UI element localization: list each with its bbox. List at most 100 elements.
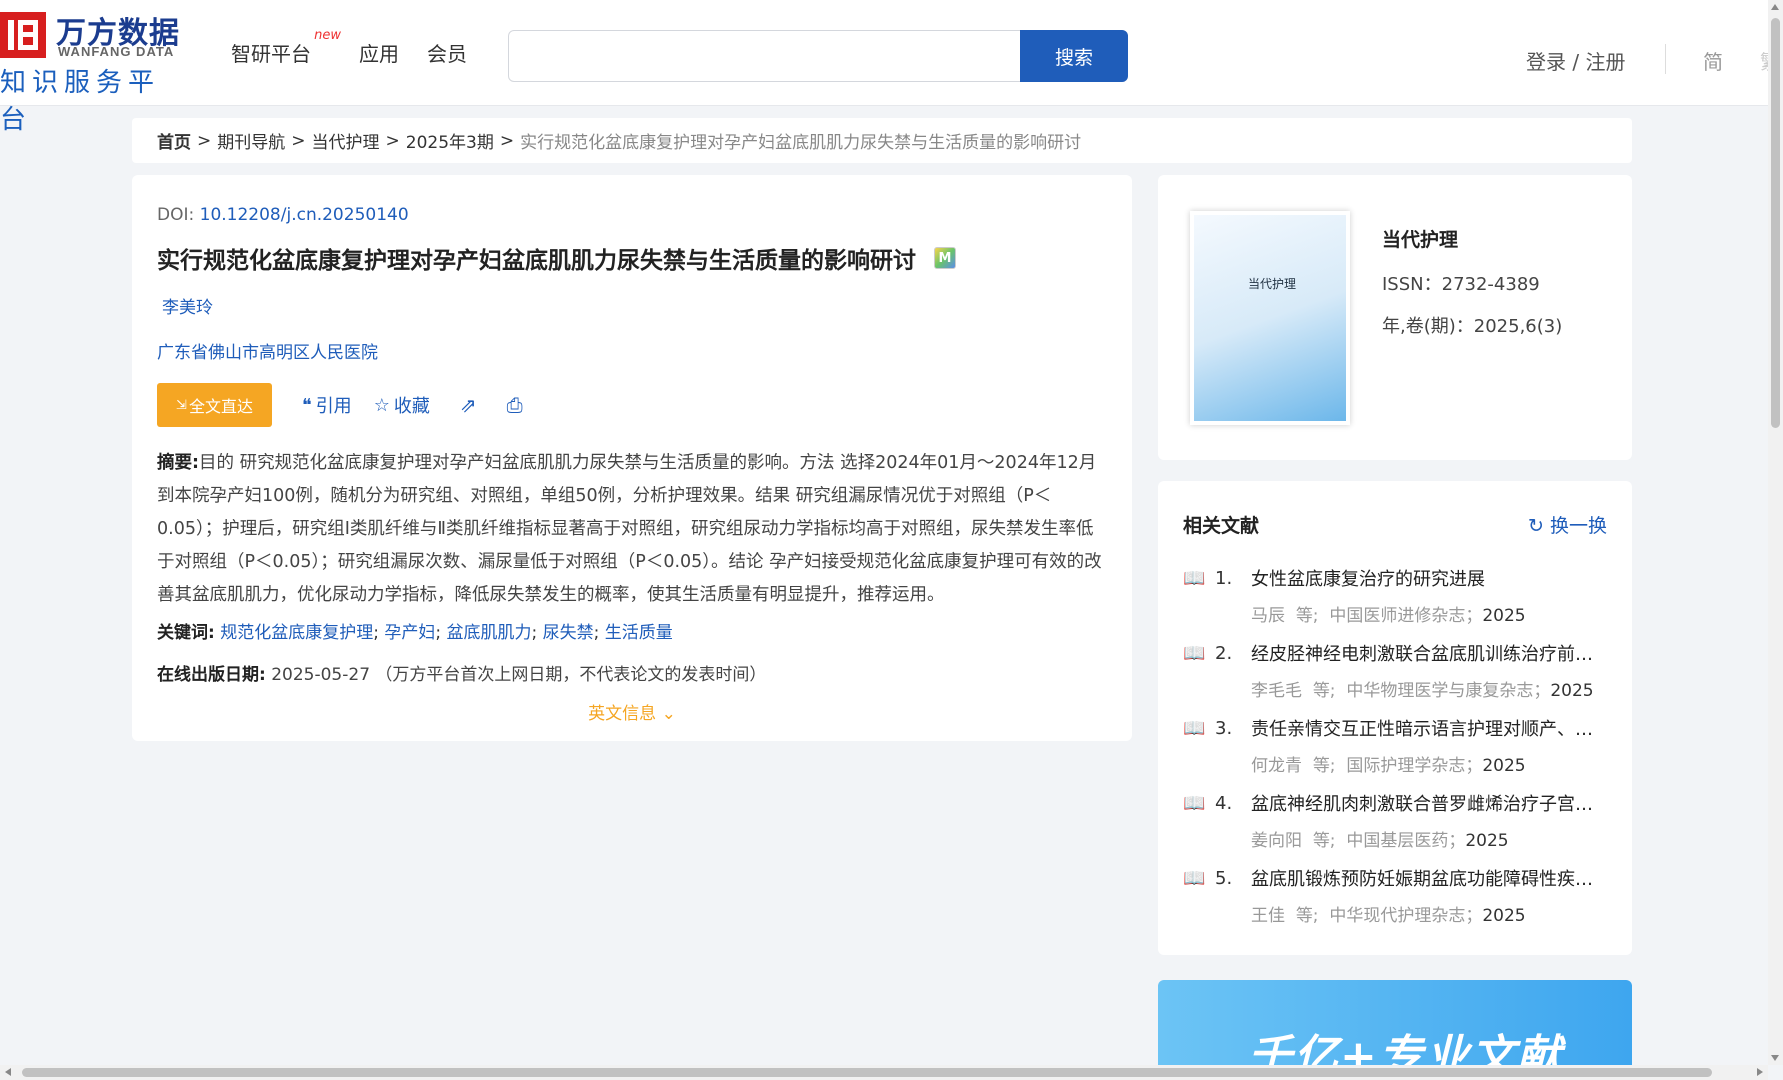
nav-item-zhiyan[interactable]: 智研平台 new bbox=[231, 28, 341, 68]
collect-button[interactable]: ☆ 收藏 bbox=[374, 392, 430, 418]
pubdate-label: 在线出版日期: bbox=[157, 665, 266, 685]
keyword-link[interactable]: 尿失禁 bbox=[543, 623, 594, 643]
list-item: 📖 3. 责任亲情交互正性暗示语言护理对顺产、初... 何龙青 等; 国际护理学杂志… bbox=[1183, 713, 1613, 788]
print-icon[interactable]: ⎙ bbox=[507, 393, 523, 417]
breadcrumb-current: 实行规范化盆底康复护理对孕产妇盆底肌肌力尿失禁与生活质量的影响研讨 bbox=[520, 133, 1082, 153]
list-item: 📖 1. 女性盆底康复治疗的研究进展 马辰 等; 中国医师进修杂志；2025 bbox=[1183, 563, 1613, 638]
doi-link[interactable]: 10.12208/j.cn.20250140 bbox=[200, 205, 409, 225]
book-icon: 📖 bbox=[1183, 642, 1206, 664]
vertical-scrollbar[interactable] bbox=[1768, 0, 1783, 1065]
journal-cover[interactable]: 当代护理 bbox=[1190, 211, 1350, 425]
search-input[interactable] bbox=[509, 31, 1019, 81]
book-icon: 📖 bbox=[1183, 567, 1206, 589]
collect-label: 收藏 bbox=[393, 396, 430, 417]
related-author: 何龙青 bbox=[1251, 756, 1302, 776]
article-title-row: 实行规范化盆底康复护理对孕产妇盆底肌肌力尿失禁与生活质量的影响研讨 M bbox=[157, 241, 1107, 275]
fulltext-button[interactable]: ⇲ 全文直达 bbox=[157, 383, 272, 427]
breadcrumb-sep: > bbox=[197, 130, 212, 151]
etal: 等; bbox=[1295, 606, 1319, 626]
chevron-down-icon: ⌄ bbox=[661, 704, 676, 724]
cite-button[interactable]: ❝ 引用 bbox=[302, 392, 352, 418]
etal: 等; bbox=[1295, 906, 1319, 926]
related-author: 王佳 bbox=[1251, 906, 1285, 926]
related-author: 马辰 bbox=[1251, 606, 1285, 626]
fulltext-label: 全文直达 bbox=[188, 397, 253, 416]
scroll-left-icon[interactable] bbox=[5, 1068, 11, 1076]
nav-item-member[interactable]: 会员 bbox=[427, 38, 467, 68]
related-journal: 国际护理学杂志 bbox=[1346, 756, 1466, 776]
breadcrumb-home[interactable]: 首页 bbox=[157, 128, 191, 153]
breadcrumb-item-journal-nav[interactable]: 期刊导航 bbox=[217, 128, 285, 153]
keyword-link[interactable]: 盆底肌肌力 bbox=[447, 623, 532, 643]
item-number: 5. bbox=[1215, 867, 1233, 889]
article-actions: ⇲ 全文直达 ❝ 引用 ☆ 收藏 ⇗ ⎙ bbox=[157, 383, 1107, 427]
refresh-button[interactable]: ↻ 换一换 bbox=[1528, 511, 1607, 538]
related-title-link[interactable]: 经皮胫神经电刺激联合盆底肌训练治疗前列... bbox=[1251, 640, 1601, 666]
logo-mark-icon bbox=[0, 12, 46, 58]
english-info-toggle[interactable]: 英文信息 ⌄ bbox=[157, 699, 1107, 724]
scroll-down-icon[interactable] bbox=[1771, 1055, 1779, 1061]
quote-icon: ❝ bbox=[302, 394, 312, 416]
star-icon: ☆ bbox=[373, 394, 390, 416]
share-icon[interactable]: ⇗ bbox=[460, 393, 477, 417]
journal-name[interactable]: 当代护理 bbox=[1382, 225, 1458, 252]
keywords-label: 关键词: bbox=[157, 623, 215, 643]
breadcrumb-item-issue[interactable]: 2025年3期 bbox=[406, 128, 494, 153]
list-item: 📖 5. 盆底肌锻炼预防妊娠期盆底功能障碍性疾病... 王佳 等; 中华现代护理杂志… bbox=[1183, 863, 1613, 938]
book-icon: 📖 bbox=[1183, 717, 1206, 739]
article-title: 实行规范化盆底康复护理对孕产妇盆底肌肌力尿失禁与生活质量的影响研讨 bbox=[157, 248, 916, 274]
abstract-text: 目的 研究规范化盆底康复护理对孕产妇盆底肌肌力尿失禁与生活质量的影响。方法 选择… bbox=[157, 453, 1102, 605]
pubdate-value: 2025-05-27 bbox=[271, 665, 371, 685]
item-number: 1. bbox=[1215, 567, 1233, 589]
breadcrumb-item-journal[interactable]: 当代护理 bbox=[312, 128, 380, 153]
abstract-label: 摘要: bbox=[157, 453, 199, 473]
abstract: 摘要:目的 研究规范化盆底康复护理对孕产妇盆底肌肌力尿失禁与生活质量的影响。方法… bbox=[157, 447, 1107, 612]
main-nav: 智研平台 new 应用 会员 bbox=[231, 28, 467, 68]
related-title-link[interactable]: 责任亲情交互正性暗示语言护理对顺产、初... bbox=[1251, 715, 1601, 741]
item-number: 2. bbox=[1215, 642, 1233, 664]
related-year: 2025 bbox=[1482, 756, 1526, 776]
cover-title: 当代护理 bbox=[1248, 277, 1297, 291]
etal: 等; bbox=[1312, 756, 1336, 776]
m-badge-icon[interactable]: M bbox=[934, 247, 956, 269]
keyword-link[interactable]: 规范化盆底康复护理 bbox=[220, 623, 373, 643]
related-list: 📖 1. 女性盆底康复治疗的研究进展 马辰 等; 中国医师进修杂志；2025 📖 2.… bbox=[1183, 563, 1613, 938]
related-journal: 中国医师进修杂志 bbox=[1329, 606, 1466, 626]
related-title-link[interactable]: 盆底肌锻炼预防妊娠期盆底功能障碍性疾病... bbox=[1251, 865, 1601, 891]
scroll-thumb[interactable] bbox=[22, 1068, 1712, 1077]
related-author: 李毛毛 bbox=[1251, 681, 1302, 701]
book-icon: 📖 bbox=[1183, 792, 1206, 814]
logo-en-text: WANFANG DATA bbox=[58, 44, 175, 59]
related-title-link[interactable]: 女性盆底康复治疗的研究进展 bbox=[1251, 565, 1601, 591]
header-divider bbox=[1665, 44, 1666, 74]
related-year: 2025 bbox=[1482, 906, 1526, 926]
en-info-label: 英文信息 bbox=[588, 704, 657, 724]
lang-traditional-button[interactable]: 繁 bbox=[1760, 46, 1768, 75]
refresh-icon: ↻ bbox=[1528, 515, 1544, 537]
scroll-right-icon[interactable] bbox=[1757, 1068, 1763, 1076]
etal: 等; bbox=[1312, 831, 1336, 851]
nav-item-apps[interactable]: 应用 bbox=[359, 38, 399, 68]
keyword-link[interactable]: 生活质量 bbox=[605, 623, 673, 643]
search-box: 搜索 bbox=[508, 30, 1128, 82]
scroll-up-icon[interactable] bbox=[1771, 4, 1779, 10]
item-number: 4. bbox=[1215, 792, 1233, 814]
pub-date: 在线出版日期: 2025-05-27 （万方平台首次上网日期，不代表论文的发表时… bbox=[157, 660, 1107, 685]
related-year: 2025 bbox=[1550, 681, 1594, 701]
cite-label: 引用 bbox=[315, 396, 352, 417]
scroll-thumb[interactable] bbox=[1771, 18, 1780, 428]
search-button[interactable]: 搜索 bbox=[1020, 30, 1128, 82]
book-icon: 📖 bbox=[1183, 867, 1206, 889]
related-author: 姜向阳 bbox=[1251, 831, 1302, 851]
related-title-link[interactable]: 盆底神经肌肉刺激联合普罗雌烯治疗子宫切... bbox=[1251, 790, 1601, 816]
author-link[interactable]: 李美玲 bbox=[162, 293, 1107, 318]
login-register-link[interactable]: 登录 / 注册 bbox=[1526, 46, 1625, 75]
keyword-link[interactable]: 孕产妇 bbox=[384, 623, 435, 643]
related-literature-card: 相关文献 ↻ 换一换 📖 1. 女性盆底康复治疗的研究进展 马辰 等; 中国医师进修… bbox=[1158, 481, 1632, 955]
horizontal-scrollbar[interactable] bbox=[0, 1065, 1768, 1080]
keywords: 关键词: 规范化盆底康复护理; 孕产妇; 盆底肌肌力; 尿失禁; 生活质量 bbox=[157, 623, 673, 643]
promo-banner[interactable]: 千亿+专业文献 bbox=[1158, 980, 1632, 1065]
organization-link[interactable]: 广东省佛山市高明区人民医院 bbox=[157, 338, 1107, 363]
lang-simplified-button[interactable]: 简 bbox=[1703, 46, 1723, 75]
wanfang-logo[interactable]: 万方数据 WANFANG DATA 知识服务平台 bbox=[0, 8, 190, 135]
